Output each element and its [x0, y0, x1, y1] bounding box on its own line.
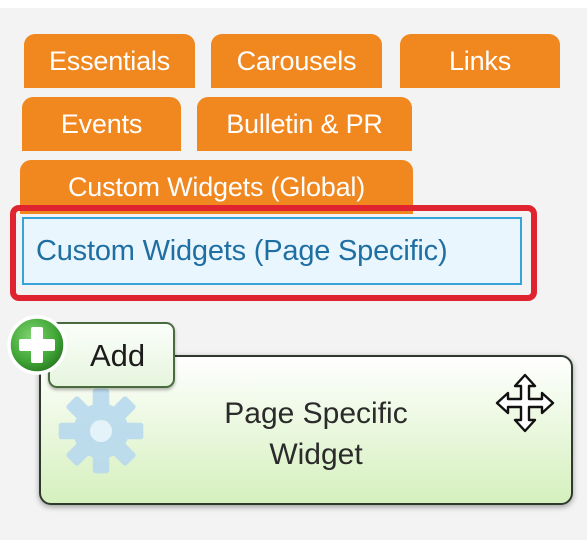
move-arrows-icon[interactable] [493, 371, 557, 435]
widget-title-line2: Widget [269, 438, 363, 471]
tab-custom-widgets-page-specific[interactable]: Custom Widgets (Page Specific) [22, 217, 522, 285]
tab-custom-widgets-global[interactable]: Custom Widgets (Global) [20, 160, 413, 214]
tab-carousels[interactable]: Carousels [211, 34, 382, 88]
plus-circle-icon[interactable] [6, 314, 68, 376]
widget-title: Page Specific Widget [171, 393, 461, 475]
top-strip [0, 0, 587, 8]
tab-events[interactable]: Events [22, 97, 181, 151]
tab-bulletin-pr[interactable]: Bulletin & PR [197, 97, 412, 151]
gear-icon [58, 388, 144, 474]
tab-essentials[interactable]: Essentials [24, 34, 195, 88]
widget-panel: Essentials Carousels Links Events Bullet… [0, 0, 587, 540]
add-button-label: Add [90, 338, 146, 373]
tab-links[interactable]: Links [400, 34, 560, 88]
widget-title-line1: Page Specific [224, 397, 408, 430]
